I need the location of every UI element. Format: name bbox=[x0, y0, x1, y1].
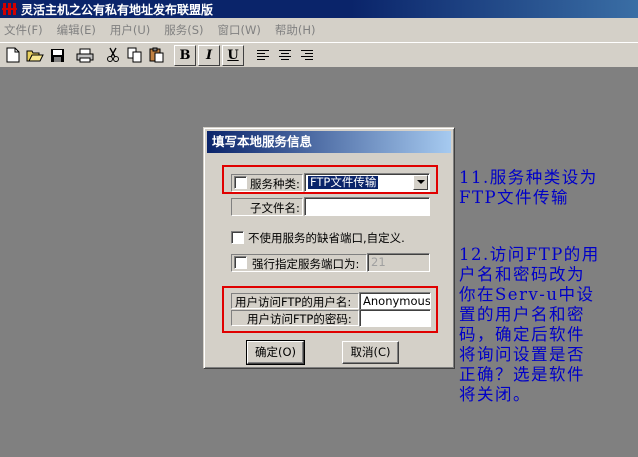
open-folder-icon bbox=[26, 50, 44, 61]
open-file-button[interactable] bbox=[24, 45, 46, 66]
menu-file[interactable]: 文件(F) bbox=[4, 22, 43, 38]
force-port-label: 强行指定服务端口为: bbox=[252, 257, 360, 271]
custom-port-checkbox[interactable] bbox=[231, 231, 244, 244]
align-center-button[interactable] bbox=[274, 45, 296, 66]
menu-bar: 文件(F) 编辑(E) 用户(U) 服务(S) 窗口(W) 帮助(H) bbox=[0, 18, 638, 42]
align-right-icon bbox=[301, 50, 313, 60]
copy-icon bbox=[127, 47, 142, 63]
printer-icon bbox=[76, 48, 94, 62]
annotation-note-1: 11.服务种类设为 FTP文件传输 bbox=[459, 168, 598, 207]
underline-button[interactable]: U bbox=[222, 44, 244, 66]
paste-clipboard-icon bbox=[149, 47, 164, 63]
window-title: 灵活主机之公有私有地址发布联盟版 bbox=[21, 2, 214, 17]
menu-service[interactable]: 服务(S) bbox=[164, 22, 203, 38]
menu-help[interactable]: 帮助(H) bbox=[275, 22, 316, 38]
new-file-button[interactable] bbox=[2, 45, 24, 66]
menu-edit[interactable]: 编辑(E) bbox=[57, 22, 96, 38]
ok-button[interactable]: 确定(O) bbox=[246, 340, 305, 365]
copy-button[interactable] bbox=[124, 45, 146, 66]
cut-button[interactable] bbox=[102, 45, 124, 66]
custom-port-label: 不使用服务的缺省端口,自定义. bbox=[248, 231, 405, 245]
highlight-service-type bbox=[222, 165, 438, 194]
print-button[interactable] bbox=[74, 45, 96, 66]
force-port-checkbox[interactable] bbox=[234, 256, 247, 269]
annotation-note-2: 12.访问FTP的用 户名和密码改为 你在Serv-u中设 置的用户名和密 码，… bbox=[459, 245, 600, 404]
menu-window[interactable]: 窗口(W) bbox=[218, 22, 261, 38]
align-center-icon bbox=[279, 50, 291, 60]
highlight-ftp-credentials bbox=[222, 286, 438, 333]
italic-button[interactable]: I bbox=[198, 44, 220, 66]
toolbar: B I U bbox=[0, 42, 638, 68]
cancel-button[interactable]: 取消(C) bbox=[342, 341, 399, 364]
new-file-icon bbox=[6, 47, 20, 63]
bold-icon: B bbox=[179, 47, 191, 63]
force-port-input[interactable]: 21 bbox=[367, 253, 430, 272]
title-bar: 灵活主机之公有私有地址发布联盟版 bbox=[0, 0, 638, 18]
save-disk-icon bbox=[50, 48, 64, 62]
align-left-icon bbox=[257, 50, 269, 60]
dialog-title: 填写本地服务信息 bbox=[207, 131, 451, 153]
app-logo-icon bbox=[2, 2, 18, 16]
align-right-button[interactable] bbox=[296, 45, 318, 66]
scissors-icon bbox=[107, 47, 119, 62]
align-left-button[interactable] bbox=[252, 45, 274, 66]
paste-button[interactable] bbox=[146, 45, 168, 66]
subfolder-input[interactable] bbox=[304, 197, 430, 216]
save-button[interactable] bbox=[46, 45, 68, 66]
underline-icon: U bbox=[227, 47, 239, 63]
bold-button[interactable]: B bbox=[174, 44, 196, 66]
italic-icon: I bbox=[205, 47, 213, 63]
subfolder-label: 子文件名: bbox=[250, 201, 300, 215]
menu-user[interactable]: 用户(U) bbox=[110, 22, 150, 38]
